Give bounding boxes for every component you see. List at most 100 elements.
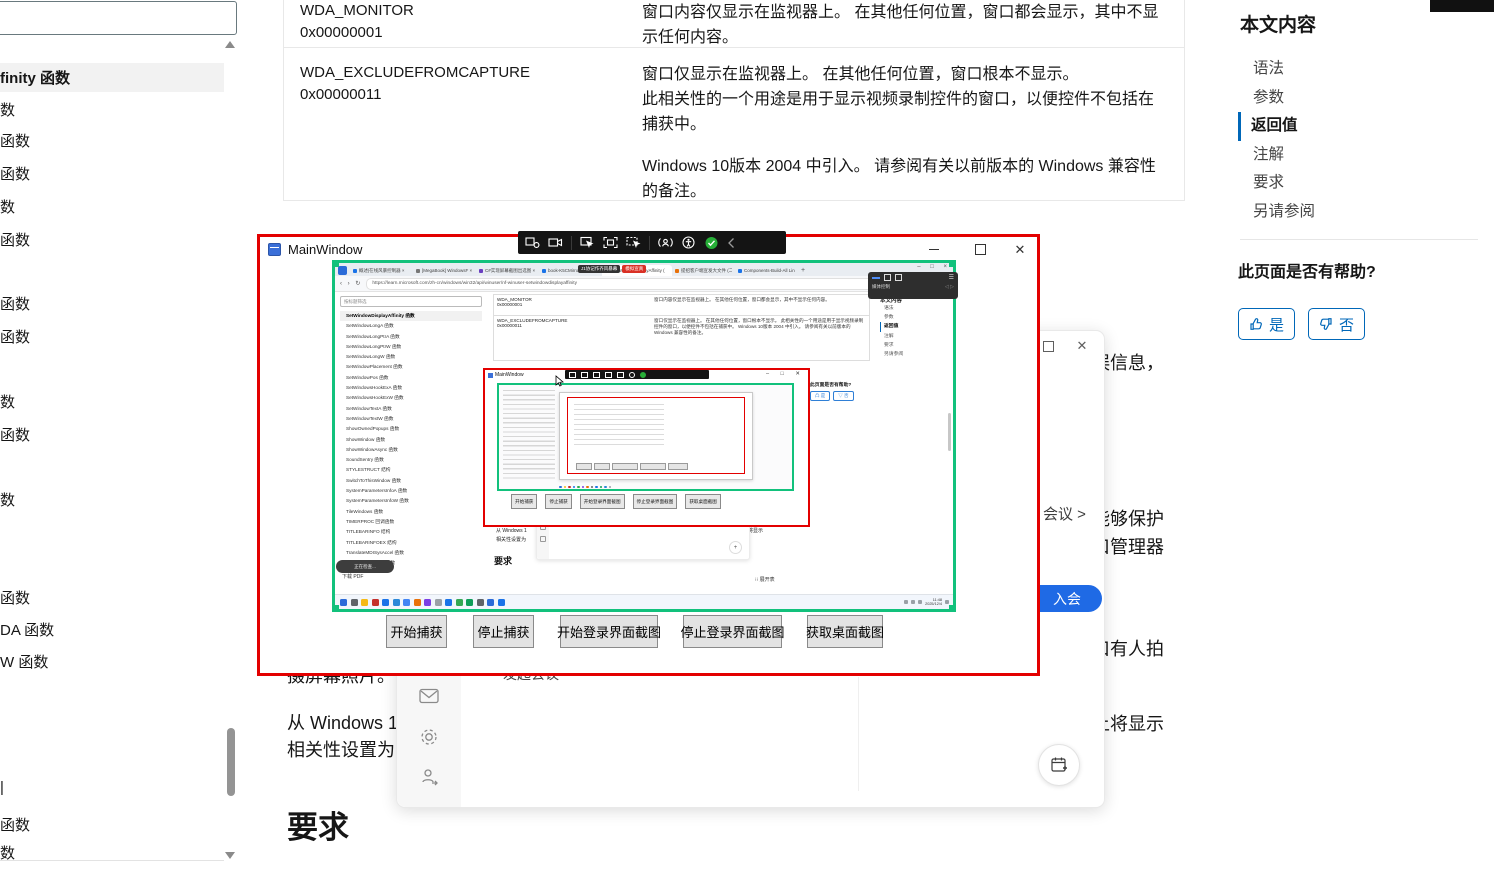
- sidebar-item[interactable]: 数: [0, 394, 15, 412]
- taskbar-app-icon[interactable]: [393, 599, 400, 606]
- feedback-no-button[interactable]: 否: [1308, 308, 1365, 340]
- taskbar-app-icon[interactable]: [477, 599, 484, 606]
- new-tab-button[interactable]: +: [798, 265, 808, 276]
- sidebar-item[interactable]: DA 函数: [0, 622, 54, 640]
- mini-nav-item[interactable]: SetWindowTextW 函数: [340, 414, 482, 424]
- tray-icon[interactable]: [911, 600, 915, 604]
- tray-icon[interactable]: [918, 600, 922, 604]
- meeting-close-button[interactable]: ✕: [1068, 335, 1096, 357]
- sidebar-item[interactable]: W 函数: [0, 654, 48, 672]
- mini-nav-item[interactable]: TranslateMDISysAccel 函数: [340, 548, 482, 558]
- mini-nav-item[interactable]: SoundSentry 函数: [340, 455, 482, 465]
- nested-capture-button[interactable]: 停止捕获: [545, 494, 571, 509]
- nested-capture-button[interactable]: 开始捕获: [511, 494, 537, 509]
- mail-icon[interactable]: [419, 688, 439, 709]
- mini-nav-item[interactable]: SetWindowLongPtrA 函数: [340, 332, 482, 342]
- expand-table-link[interactable]: ⁝⁝ 展开表: [755, 576, 775, 583]
- nav-arrows[interactable]: ‹ › ↻: [340, 280, 362, 287]
- taskbar-app-icon[interactable]: [424, 599, 431, 606]
- window-pick-icon[interactable]: [626, 236, 641, 249]
- mini-nav-item[interactable]: SetWindowLongPtrW 函数: [340, 342, 482, 352]
- join-meeting-button[interactable]: 入会: [1032, 585, 1102, 612]
- status-check-icon[interactable]: [704, 236, 719, 250]
- toc-item[interactable]: 参数: [1238, 84, 1490, 113]
- mini-nav-item[interactable]: SetWindowLongW 函数: [340, 352, 482, 362]
- mini-nav-item[interactable]: SetWindowPlacement 函数: [340, 362, 482, 372]
- capture-button[interactable]: 获取桌面截图: [807, 615, 883, 648]
- mini-feedback-yes[interactable]: 凸 是: [810, 391, 830, 401]
- browser-tab[interactable]: C#实现屏幕截图出选图 ×: [476, 265, 539, 276]
- collapse-chevron-icon[interactable]: [727, 237, 735, 249]
- media-grid-icon[interactable]: [895, 274, 902, 281]
- media-window-icon[interactable]: [884, 274, 891, 281]
- mini-feedback-no[interactable]: ▽ 否: [833, 391, 853, 401]
- taskbar-app-icon[interactable]: [340, 599, 347, 606]
- taskbar-app-icon[interactable]: [466, 599, 473, 606]
- close-button[interactable]: ✕: [1003, 237, 1037, 262]
- capture-button[interactable]: 开始登录界面截图: [560, 615, 658, 648]
- mini-nav-item[interactable]: SwitchToThisWindow 函数: [340, 476, 482, 486]
- toc-item[interactable]: 语法: [1238, 55, 1490, 84]
- camera-toggle-icon[interactable]: [658, 236, 673, 249]
- taskbar-app-icon[interactable]: [456, 599, 463, 606]
- selection-handle[interactable]: [949, 605, 956, 612]
- mini-nav-item[interactable]: SetWindowLongA 函数: [340, 321, 482, 331]
- mini-nav-item[interactable]: SystemParametersInfoW 函数: [340, 496, 482, 506]
- selection-handle[interactable]: [949, 260, 956, 267]
- download-pdf-link[interactable]: 下载 PDF: [340, 573, 482, 580]
- person-switch-icon[interactable]: [419, 767, 439, 792]
- mini-nav-item[interactable]: ShowOwnedPopups 函数: [340, 424, 482, 434]
- mini-nav-item[interactable]: SystemParametersInfoA 函数: [340, 486, 482, 496]
- schedule-meeting-button[interactable]: [1038, 744, 1080, 786]
- sidebar-item[interactable]: 函数: [0, 427, 30, 445]
- maximize-button[interactable]: [963, 237, 997, 262]
- browser-tab[interactable]: 概述|在线风暴控制器 ×: [350, 265, 413, 276]
- taskbar-app-icon[interactable]: [351, 599, 358, 606]
- mini-nav-item[interactable]: TileWindows 函数: [340, 507, 482, 517]
- cursor-select-icon[interactable]: [580, 236, 595, 249]
- mini-toc-item[interactable]: 返回值: [880, 322, 950, 331]
- taskbar-app-icon[interactable]: [498, 599, 505, 606]
- mini-nav-item[interactable]: TITLEBARINFOEX 结构: [340, 538, 482, 548]
- mini-nav-item[interactable]: ShowWindow 函数: [340, 435, 482, 445]
- capture-button[interactable]: 停止登录界面截图: [683, 615, 782, 648]
- toc-item[interactable]: 要求: [1238, 169, 1490, 198]
- browser-window-controls[interactable]: – □ ×: [917, 264, 951, 270]
- sidebar-item[interactable]: 函数: [0, 329, 30, 347]
- capture-settings-icon[interactable]: [525, 236, 540, 249]
- accessibility-icon[interactable]: [681, 236, 696, 249]
- mini-nav-item[interactable]: SetWindowTextA 函数: [340, 404, 482, 414]
- mini-nav-item[interactable]: TITLEBARINFO 结构: [340, 527, 482, 537]
- mini-nav-item[interactable]: ShowWindowAsync 函数: [340, 445, 482, 455]
- scroll-down-arrow[interactable]: [225, 852, 235, 859]
- region-capture-icon[interactable]: [603, 236, 618, 249]
- url-field[interactable]: https://learn.microsoft.com/zh-cn/window…: [366, 278, 932, 290]
- sidebar-scrollbar-thumb[interactable]: [227, 728, 235, 796]
- mini-filter-input[interactable]: 按标题筛选: [340, 296, 482, 307]
- sidebar-item[interactable]: 函数: [0, 232, 30, 250]
- mini-nav-item[interactable]: SetWindowsHookExW 函数: [340, 393, 482, 403]
- overlay-chip-red[interactable]: 模拟宣真: [622, 265, 646, 273]
- sidebar-item[interactable]: 函数: [0, 296, 30, 314]
- mini-toc-item[interactable]: 另请参阅: [880, 350, 950, 359]
- taskbar-app-icon[interactable]: [435, 599, 442, 606]
- browser-tab[interactable]: Components-Build-All Lin ×: [735, 265, 798, 276]
- scroll-up-arrow[interactable]: [225, 41, 235, 48]
- sidebar-item[interactable]: 数: [0, 102, 15, 120]
- toc-item[interactable]: 另请参阅: [1238, 198, 1490, 227]
- mini-nav-item[interactable]: SetWindowDisplayAffinity 函数: [340, 311, 482, 321]
- taskbar-app-icon[interactable]: [414, 599, 421, 606]
- toc-item[interactable]: 返回值: [1238, 112, 1490, 141]
- sidebar-item[interactable]: 函数: [0, 133, 30, 151]
- sidebar-item-selected[interactable]: finity 函数: [0, 63, 224, 92]
- video-record-icon[interactable]: [548, 236, 563, 249]
- nested-capture-button[interactable]: 停止登录界面截图: [633, 494, 678, 509]
- notification-icon[interactable]: [945, 600, 949, 604]
- minimize-button[interactable]: [917, 237, 951, 262]
- taskbar-app-icon[interactable]: [487, 599, 494, 606]
- tray-icon[interactable]: [904, 600, 908, 604]
- nested-window-controls[interactable]: – □ ✕: [766, 371, 805, 377]
- taskbar-app-icon[interactable]: [403, 599, 410, 606]
- sidebar-filter-input[interactable]: [0, 1, 237, 35]
- mini-nav-item[interactable]: SetWindowsHookExA 函数: [340, 383, 482, 393]
